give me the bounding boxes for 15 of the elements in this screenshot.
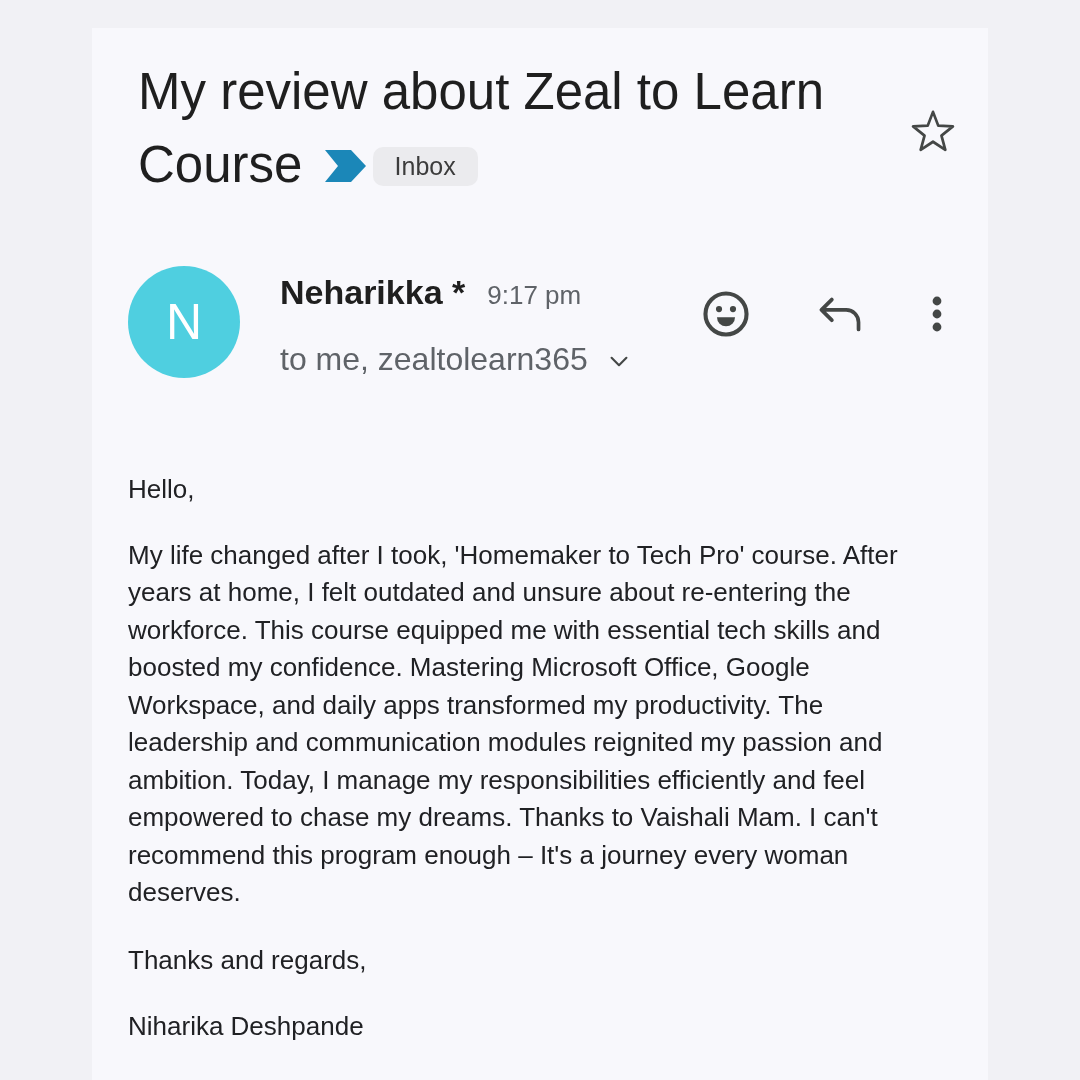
subject-title: My review about Zeal to Learn Course Inbox [138,62,825,195]
label-chip: Inbox [372,147,478,186]
message-paragraph: My life changed after I took, 'Homemaker to Tech Pro' course. After years at home, I felt outdated and unsure about re-entering the workforce. This course equipped me with essential tech skills and boosted my confidence. Mastering Microsoft Office, Google Workspace, and daily apps transformed my productivity. The leadership and communication modules reignited my passion and ambition. Today, I manage my responsibilities efficiently and feel empowered to chase my dreams. Thanks to Vaishali Mam. I can't recommend this program enough – It's a journey every woman deserves. [128,538,899,909]
more-options-icon[interactable] [932,296,942,332]
closing-text: Thanks and regards, [128,943,368,977]
recipients-text[interactable]: to me, zealtolearn365 [280,339,588,379]
timestamp: 9:17 pm [487,280,582,310]
avatar: N [128,266,240,378]
reply-icon[interactable] [818,296,862,332]
greeting-text: Hello, [128,473,196,506]
signature-text: Niharika Deshpande [128,1010,365,1043]
sender-name: Neharikka * [280,273,466,311]
star-icon[interactable] [911,110,955,152]
smiley-icon[interactable] [703,291,749,337]
chevron-down-icon[interactable] [609,355,628,367]
